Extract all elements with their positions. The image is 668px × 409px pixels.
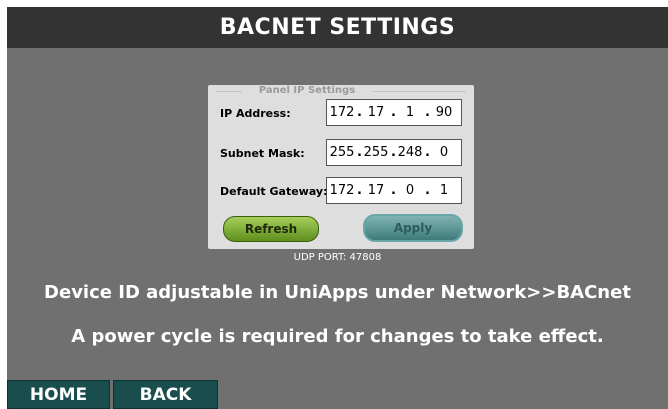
ip-address-field[interactable]: 172 . 17 . 1 . 90 — [326, 99, 462, 126]
subnet-mask-octet-1[interactable]: 255 — [327, 145, 357, 160]
back-button[interactable]: BACK — [113, 380, 218, 409]
ip-address-octet-2[interactable]: 17 — [361, 105, 391, 120]
default-gateway-field[interactable]: 172 . 17 . 0 . 1 — [326, 177, 462, 204]
default-gateway-octet-4[interactable]: 1 — [429, 183, 459, 198]
default-gateway-label: Default Gateway: — [220, 185, 328, 198]
subnet-mask-field[interactable]: 255 . 255 . 248 . 0 — [326, 139, 462, 166]
device-id-message: Device ID adjustable in UniApps under Ne… — [44, 282, 631, 303]
subnet-mask-label: Subnet Mask: — [220, 147, 305, 160]
legend-divider-right — [372, 91, 466, 92]
ip-address-octet-4[interactable]: 90 — [429, 105, 459, 120]
page-title: BACNET SETTINGS — [219, 15, 456, 40]
bacnet-settings-screen: BACNET SETTINGS Panel IP Settings IP Add… — [7, 7, 668, 409]
panel-ip-settings: Panel IP Settings IP Address: 172 . 17 .… — [208, 85, 474, 249]
subnet-mask-octet-2[interactable]: 255 — [361, 145, 391, 160]
apply-button[interactable]: Apply — [363, 214, 463, 242]
udp-port-label: UDP PORT: 47808 — [293, 252, 382, 263]
refresh-button[interactable]: Refresh — [223, 216, 319, 242]
home-button[interactable]: HOME — [7, 380, 110, 409]
default-gateway-octet-3[interactable]: 0 — [395, 183, 425, 198]
ip-address-octet-3[interactable]: 1 — [395, 105, 425, 120]
default-gateway-octet-1[interactable]: 172 — [327, 183, 357, 198]
ip-address-label: IP Address: — [220, 107, 291, 120]
default-gateway-octet-2[interactable]: 17 — [361, 183, 391, 198]
power-cycle-message: A power cycle is required for changes to… — [71, 326, 604, 347]
ip-address-octet-1[interactable]: 172 — [327, 105, 357, 120]
title-bar: BACNET SETTINGS — [7, 7, 668, 48]
subnet-mask-octet-4[interactable]: 0 — [429, 145, 459, 160]
legend-divider-left — [216, 91, 242, 92]
subnet-mask-octet-3[interactable]: 248 — [395, 145, 425, 160]
panel-legend: Panel IP Settings — [242, 86, 372, 96]
